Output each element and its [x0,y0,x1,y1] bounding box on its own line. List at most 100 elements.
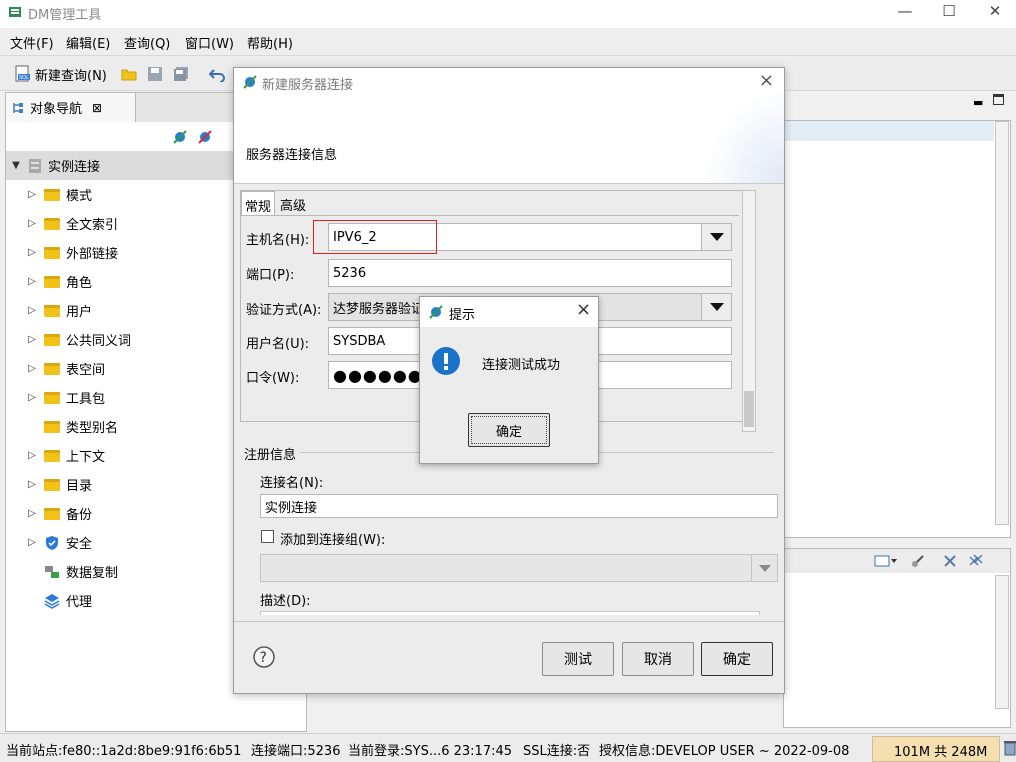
expand-icon[interactable]: ▷ [26,537,38,548]
port-value: 5236 [333,265,367,281]
tab-general[interactable]: 常规 [241,191,276,215]
replication-icon [45,565,59,578]
status-license: 授权信息:DEVELOP USER ~ 2022-09-08 [599,744,850,759]
remove-all-icon[interactable] [968,553,984,569]
expand-icon[interactable]: ▷ [26,305,38,316]
remove-icon[interactable] [942,553,958,569]
view-menu-icon[interactable] [874,555,898,567]
dialog-subtitle: 服务器连接信息 [246,148,338,163]
test-button[interactable]: 测试 [542,642,614,676]
database-icon [29,158,41,173]
connection-icon [243,75,257,89]
conn-name-label: 连接名(N): [260,476,324,491]
port-label: 端口(P): [246,267,295,283]
expand-icon[interactable]: ▷ [26,247,38,258]
expand-icon[interactable]: ▷ [26,450,38,461]
message-box: 提示 × 连接测试成功 确定 [419,296,599,464]
expand-icon[interactable]: ▷ [26,363,38,374]
tree-item-label: 全文索引 [66,218,119,233]
chevron-down-icon[interactable] [751,555,777,581]
folder-icon [44,478,60,491]
tree-item-label: 工具包 [66,392,106,407]
menu-file[interactable]: 文件(F) [10,33,54,52]
menu-edit[interactable]: 编辑(E) [66,33,110,52]
folder-icon [44,333,60,346]
trash-icon[interactable] [1004,740,1016,756]
open-folder-icon[interactable] [121,66,137,82]
expand-icon[interactable]: ▷ [26,218,38,229]
host-highlight [313,220,437,254]
expand-icon[interactable]: ▷ [26,189,38,200]
memory-indicator: 101M 共 248M [872,736,1000,762]
maximize-button[interactable]: ☐ [926,0,972,28]
add-group-checkbox[interactable] [261,530,274,543]
form-vscroll[interactable] [742,190,756,432]
new-query-button[interactable]: SQL 新建查询(N) [14,62,107,86]
new-connection-icon[interactable] [171,128,189,146]
conn-name-field[interactable]: 实例连接 [260,494,778,518]
status-site: 当前站点:fe80::1a2d:8be9:91f6:6b51 [6,744,242,759]
dialog-header: 新建服务器连接 × 服务器连接信息 [234,68,784,184]
collapse-icon[interactable]: ▼ [10,160,22,171]
save-all-icon[interactable] [173,66,189,82]
tree-item-label: 角色 [66,276,93,291]
tree-item-label: 外部链接 [66,247,119,262]
save-icon[interactable] [147,66,163,82]
maximize-view-icon[interactable] [993,94,1004,105]
minimize-view-icon[interactable]: ▬ [973,96,983,109]
group-combo[interactable] [260,554,778,582]
sql-icon: SQL [15,65,30,82]
tree-item-label: 上下文 [66,450,106,465]
folder-icon [44,246,60,259]
msgbox-ok-button[interactable]: 确定 [468,413,550,447]
info-icon [432,347,460,375]
connection-icon [429,305,443,319]
expand-icon[interactable]: ▷ [26,392,38,403]
header-decoration [704,88,784,183]
chevron-down-icon[interactable] [701,294,731,320]
menu-query[interactable]: 查询(Q) [124,33,170,52]
memory-label: 101M 共 248M [894,745,988,760]
new-query-label: 新建查询(N) [35,68,107,84]
description-field[interactable] [260,611,760,615]
menu-window[interactable]: 窗口(W) [185,33,234,52]
msgbox-message: 连接测试成功 [482,358,561,373]
tab-object-navigator[interactable]: 对象导航 ⊠ [6,93,136,122]
disconnect-icon[interactable] [196,128,214,146]
msgbox-close-icon[interactable]: × [576,299,591,320]
chevron-down-icon[interactable] [701,224,731,250]
folder-icon [44,188,60,201]
msgbox-header: 提示 × [420,297,598,327]
folder-icon [44,420,60,433]
tree-item-label: 模式 [66,189,93,204]
password-value: ●●●●●● [333,365,423,385]
expand-icon[interactable]: ▷ [26,508,38,519]
close-tab-icon[interactable]: ⊠ [92,101,102,115]
svg-text:?: ? [260,650,267,666]
auth-label: 验证方式(A): [246,302,322,318]
undo-icon[interactable] [209,66,225,82]
menu-help[interactable]: 帮助(H) [247,33,293,52]
cancel-button[interactable]: 取消 [622,642,694,676]
tree-item-label: 公共同义词 [66,334,132,349]
tree-root-label: 实例连接 [48,160,101,175]
editor-vscroll[interactable] [995,121,1009,525]
clear-icon[interactable] [910,553,926,569]
folder-icon [44,507,60,520]
help-icon[interactable]: ? [253,646,275,668]
port-field[interactable]: 5236 [328,259,732,287]
folder-icon [44,391,60,404]
scroll-thumb[interactable] [744,391,754,427]
tab-advanced[interactable]: 高级 [277,191,310,215]
tree-icon [13,102,23,113]
description-label: 描述(D): [260,594,311,609]
password-label: 口令(W): [246,370,300,386]
message-vscroll[interactable] [995,575,1009,709]
close-button[interactable]: ✕ [972,0,1016,28]
expand-icon[interactable]: ▷ [26,479,38,490]
expand-icon[interactable]: ▷ [26,276,38,287]
minimize-button[interactable]: — [882,0,928,28]
expand-icon[interactable]: ▷ [26,334,38,345]
ok-button[interactable]: 确定 [701,642,773,676]
host-label: 主机名(H): [246,232,310,248]
